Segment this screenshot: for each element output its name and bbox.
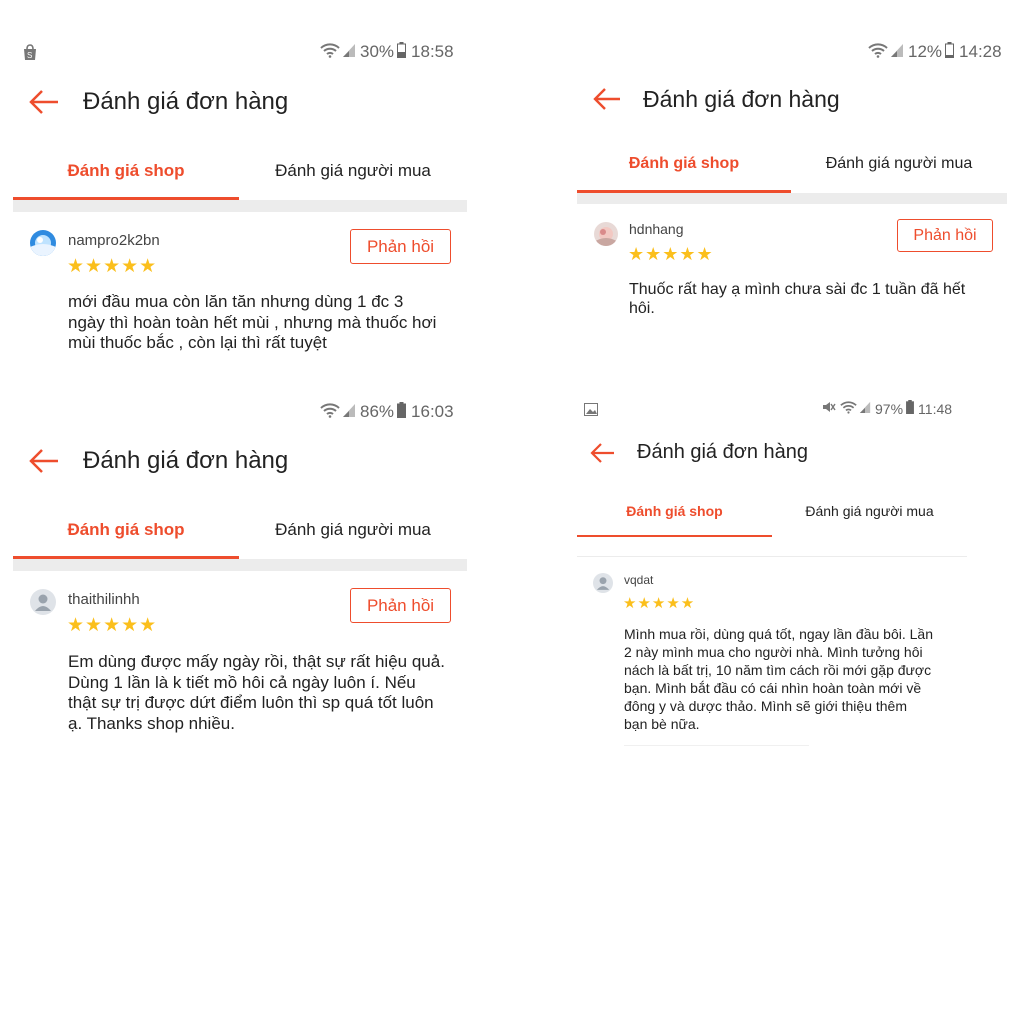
page-title: Đánh giá đơn hàng bbox=[83, 88, 289, 115]
comment-line: Dùng 1 lần là k tiết mồ hôi cả ngày luôn… bbox=[68, 672, 416, 692]
section-divider bbox=[13, 200, 467, 212]
battery-percent: 12% bbox=[908, 42, 943, 61]
comment-line: nách là bất trị, 10 năm tìm cách rồi mới… bbox=[624, 662, 932, 678]
battery-icon bbox=[906, 399, 914, 419]
wifi-icon bbox=[320, 402, 340, 423]
signal-icon bbox=[859, 400, 871, 419]
comment-line: đông y và dược thảo. Mình sẽ giới thiệu … bbox=[624, 698, 907, 714]
status-bar: 86% 16:03 bbox=[320, 401, 454, 423]
page-title: Đánh giá đơn hàng bbox=[643, 86, 840, 112]
review-comment: Thuốc rất hay ạ mình chưa sài đc 1 tuần … bbox=[629, 280, 1009, 318]
review-screen-3: 86% 16:03 Đánh giá đơn hàng Đánh giá sho… bbox=[0, 390, 480, 770]
review-comment: Mình mua rồi, dùng quá tốt, ngay lần đầu… bbox=[624, 625, 969, 733]
comment-line: thật sự trị được dứt điểm luôn thì sp qu… bbox=[68, 693, 434, 712]
avatar bbox=[593, 573, 613, 593]
comment-line: mới đầu mua còn lăn tăn nhưng dùng 1 đc … bbox=[68, 292, 404, 311]
status-bar: 12% 14:28 bbox=[868, 41, 1002, 63]
comment-line: bạn. Mình bắt đầu có cái nhìn hoàn toàn … bbox=[624, 680, 922, 696]
reviewer-username: hdnhang bbox=[629, 221, 684, 237]
comment-line: Thuốc rất hay ạ mình chưa sài đc 1 tuần … bbox=[629, 281, 966, 298]
status-bar: 97% 11:48 bbox=[822, 399, 953, 419]
star-rating: ★★★★★ bbox=[67, 615, 158, 636]
star-rating: ★★★★★ bbox=[628, 244, 714, 264]
review-comment: Em dùng được mấy ngày rồi, thật sự rất h… bbox=[68, 652, 473, 734]
back-arrow-icon[interactable] bbox=[590, 442, 616, 469]
tab-shop-review[interactable]: Đánh giá shop bbox=[577, 155, 791, 173]
section-divider bbox=[13, 559, 467, 571]
review-screen-1: S 30% 18:58 Đánh giá đơn hàng Đánh giá s… bbox=[0, 0, 480, 380]
page-title: Đánh giá đơn hàng bbox=[83, 447, 289, 474]
reply-button[interactable]: Phản hồi bbox=[350, 229, 451, 264]
wifi-icon bbox=[840, 400, 857, 419]
avatar bbox=[594, 222, 618, 246]
reviewer-username: vqdat bbox=[624, 573, 654, 587]
battery-percent: 86% bbox=[360, 402, 395, 421]
battery-icon bbox=[397, 401, 407, 423]
battery-icon bbox=[397, 41, 407, 63]
wifi-icon bbox=[868, 42, 888, 63]
status-bar: 30% 18:58 bbox=[320, 41, 454, 63]
back-arrow-icon[interactable] bbox=[28, 447, 60, 480]
avatar bbox=[30, 589, 56, 615]
back-arrow-icon[interactable] bbox=[28, 88, 60, 121]
tab-buyer-review[interactable]: Đánh giá người mua bbox=[791, 155, 1007, 173]
star-rating: ★★★★★ bbox=[623, 595, 696, 612]
review-bottom-divider bbox=[624, 745, 809, 746]
comment-line: ạ. Thanks shop nhiều. bbox=[68, 713, 235, 733]
review-screen-4: 97% 11:48 Đánh giá đơn hàng Đánh giá sho… bbox=[560, 390, 1024, 770]
comment-line: ngày thì hoàn toàn hết mùi , nhưng mà th… bbox=[68, 312, 437, 332]
clock: 16:03 bbox=[411, 402, 454, 421]
tab-buyer-review[interactable]: Đánh giá người mua bbox=[239, 520, 467, 540]
image-notification-icon bbox=[584, 403, 598, 421]
review-screen-2: 12% 14:28 Đánh giá đơn hàng Đánh giá sho… bbox=[560, 0, 1024, 380]
page-title: Đánh giá đơn hàng bbox=[637, 441, 809, 463]
section-divider bbox=[577, 193, 1007, 204]
section-divider bbox=[577, 556, 967, 557]
comment-line: Mình mua rồi, dùng quá tốt, ngay lần đầu… bbox=[624, 626, 933, 642]
clock: 18:58 bbox=[411, 42, 454, 61]
comment-line: Em dùng được mấy ngày rồi, thật sự rất h… bbox=[68, 652, 445, 671]
signal-icon bbox=[342, 402, 356, 423]
shop-notification-icon: S bbox=[22, 44, 38, 66]
tab-shop-review[interactable]: Đánh giá shop bbox=[13, 520, 239, 540]
battery-percent: 97% bbox=[875, 401, 904, 417]
active-tab-indicator bbox=[577, 535, 772, 537]
signal-icon bbox=[342, 42, 356, 63]
signal-icon bbox=[890, 42, 904, 63]
reply-button[interactable]: Phản hồi bbox=[350, 588, 451, 623]
tab-buyer-review[interactable]: Đánh giá người mua bbox=[239, 161, 467, 181]
review-comment: mới đầu mua còn lăn tăn nhưng dùng 1 đc … bbox=[68, 292, 468, 354]
comment-line: bạn bè nữa. bbox=[624, 716, 700, 732]
tab-shop-review[interactable]: Đánh giá shop bbox=[13, 161, 239, 181]
avatar bbox=[30, 230, 56, 256]
comment-line: 2 này mình mua cho người nhà. Mình tưởng… bbox=[624, 644, 923, 660]
back-arrow-icon[interactable] bbox=[592, 86, 622, 117]
reviewer-username: thaithilinhh bbox=[68, 591, 140, 608]
tab-shop-review[interactable]: Đánh giá shop bbox=[577, 503, 772, 519]
battery-icon bbox=[945, 41, 955, 63]
clock: 14:28 bbox=[959, 42, 1002, 61]
reply-button[interactable]: Phản hồi bbox=[897, 219, 993, 252]
star-rating: ★★★★★ bbox=[67, 256, 158, 277]
svg-text:S: S bbox=[27, 51, 32, 60]
tab-buyer-review[interactable]: Đánh giá người mua bbox=[772, 503, 967, 519]
wifi-icon bbox=[320, 42, 340, 63]
mute-icon bbox=[822, 400, 836, 419]
comment-line: mùi thuốc bắc , còn lại thì rất tuyệt bbox=[68, 333, 327, 352]
clock: 11:48 bbox=[918, 401, 953, 417]
comment-line: hôi. bbox=[629, 300, 655, 317]
reviewer-username: nampro2k2bn bbox=[68, 232, 160, 249]
battery-percent: 30% bbox=[360, 42, 395, 61]
